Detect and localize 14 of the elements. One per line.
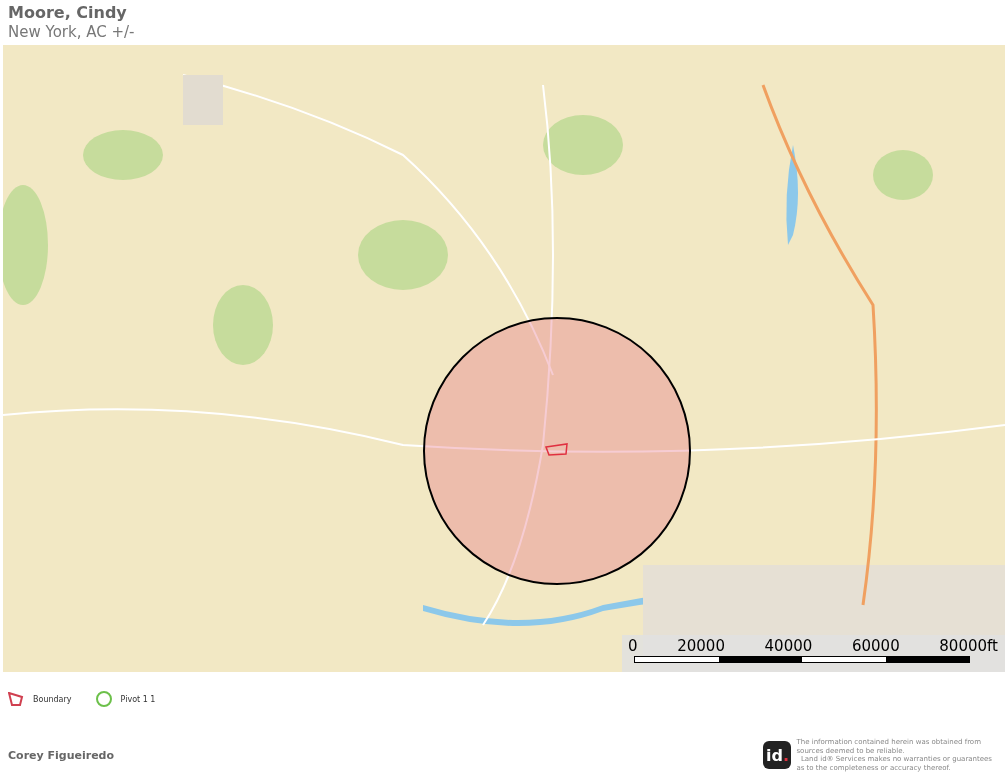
boundary-polygon	[544, 443, 568, 456]
pivot-icon	[95, 691, 112, 707]
legend-label: Boundary	[33, 694, 72, 704]
scale-label: 20000	[677, 638, 725, 654]
scale-label: 40000	[764, 638, 813, 654]
report-subtitle: New York, AC +/-	[8, 23, 136, 42]
legend-label: Pivot 1 1	[120, 694, 156, 704]
scale-label: 0	[628, 638, 638, 654]
scale-label: 80000ft	[939, 638, 998, 654]
boundary-icon	[8, 692, 24, 706]
report-title: Moore, Cindy	[8, 3, 128, 23]
author-name: Corey Figueiredo	[8, 748, 115, 762]
scale-label: 60000	[851, 638, 900, 654]
logo: id.	[763, 741, 792, 769]
